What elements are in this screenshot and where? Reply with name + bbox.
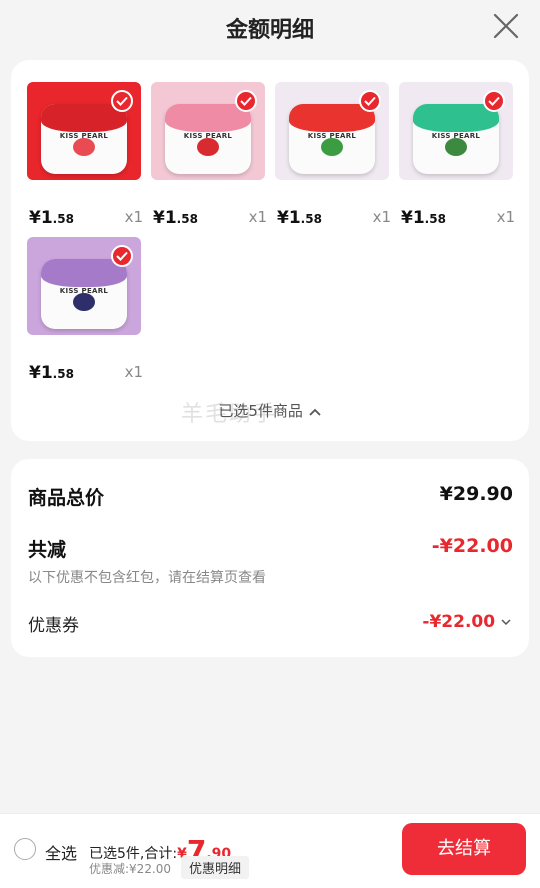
page-title: 金额明细 [225,18,314,43]
fruit-icon [321,138,343,156]
product-qty: x1 [248,208,267,226]
total-price-label: 商品总价 [28,487,105,509]
fruit-icon [197,138,219,156]
coupon-row[interactable]: -¥22.00 [422,612,511,632]
product-qty: x1 [124,208,143,226]
discount-detail-button[interactable]: 优惠明细 [181,856,250,879]
checkout-button[interactable]: 去结算 [402,823,526,875]
product-item[interactable]: KISS PEARL ¥1.58 x1 [27,237,143,387]
chevron-down-icon [501,612,511,632]
price-int: ¥1 [401,208,425,228]
product-item[interactable]: KISS PEARL ¥1.58 x1 [275,82,391,232]
product-qty: x1 [124,363,143,381]
price-dec: .58 [52,367,74,381]
close-icon[interactable] [492,12,520,40]
coupon-label: 优惠券 [28,616,79,636]
product-qty: x1 [496,208,515,226]
bottom-bar: 全选 已选5件,合计:¥7.90 优惠减:¥22.00 优惠明细 去结算 [0,813,540,888]
price-dec: .58 [52,212,74,226]
header: 金额明细 [0,0,540,56]
price-int: ¥1 [277,208,301,228]
checkmark-icon[interactable] [111,245,133,267]
price-dec: .58 [176,212,198,226]
checkmark-icon[interactable] [359,90,381,112]
checkmark-icon[interactable] [235,90,257,112]
price-int: ¥1 [29,363,53,383]
product-price: ¥1.58 [29,363,74,383]
checkmark-icon[interactable] [111,90,133,112]
price-int: ¥1 [29,208,53,228]
product-item[interactable]: KISS PEARL ¥1.58 x1 [399,82,515,232]
fruit-icon [73,293,95,311]
product-price: ¥1.58 [153,208,198,228]
collapse-toggle[interactable]: 已选5件商品 [11,400,529,421]
coupon-value: -¥22.00 [422,612,496,632]
price-int: ¥1 [153,208,177,228]
product-price: ¥1.58 [277,208,322,228]
summary-card: 商品总价 ¥29.90 共减 -¥22.00 以下优惠不包含红包，请在结算页查看… [11,459,529,657]
discount-note: 以下优惠不包含红包，请在结算页查看 [28,570,266,586]
reduce-value: -¥22.00 [431,535,513,557]
total-price-value: ¥29.90 [439,483,513,505]
select-all-label[interactable]: 全选 [45,840,77,864]
fruit-icon [73,138,95,156]
product-qty: x1 [372,208,391,226]
reduce-label: 共减 [28,539,67,561]
products-card: KISS PEARL ¥1.58 x1 KISS PEARL ¥1.58 x1 KISS P… [11,60,529,441]
discount-summary: 优惠减:¥22.00 [89,862,172,876]
price-dec: .58 [300,212,322,226]
price-dec: .58 [424,212,446,226]
product-price: ¥1.58 [401,208,446,228]
checkmark-icon[interactable] [483,90,505,112]
select-all-radio[interactable] [14,838,36,860]
collapse-label: 已选5件商品 [218,402,303,420]
product-item[interactable]: KISS PEARL ¥1.58 x1 [151,82,267,232]
product-item[interactable]: KISS PEARL ¥1.58 x1 [27,82,143,232]
fruit-icon [445,138,467,156]
product-price: ¥1.58 [29,208,74,228]
chevron-up-icon [308,402,322,420]
